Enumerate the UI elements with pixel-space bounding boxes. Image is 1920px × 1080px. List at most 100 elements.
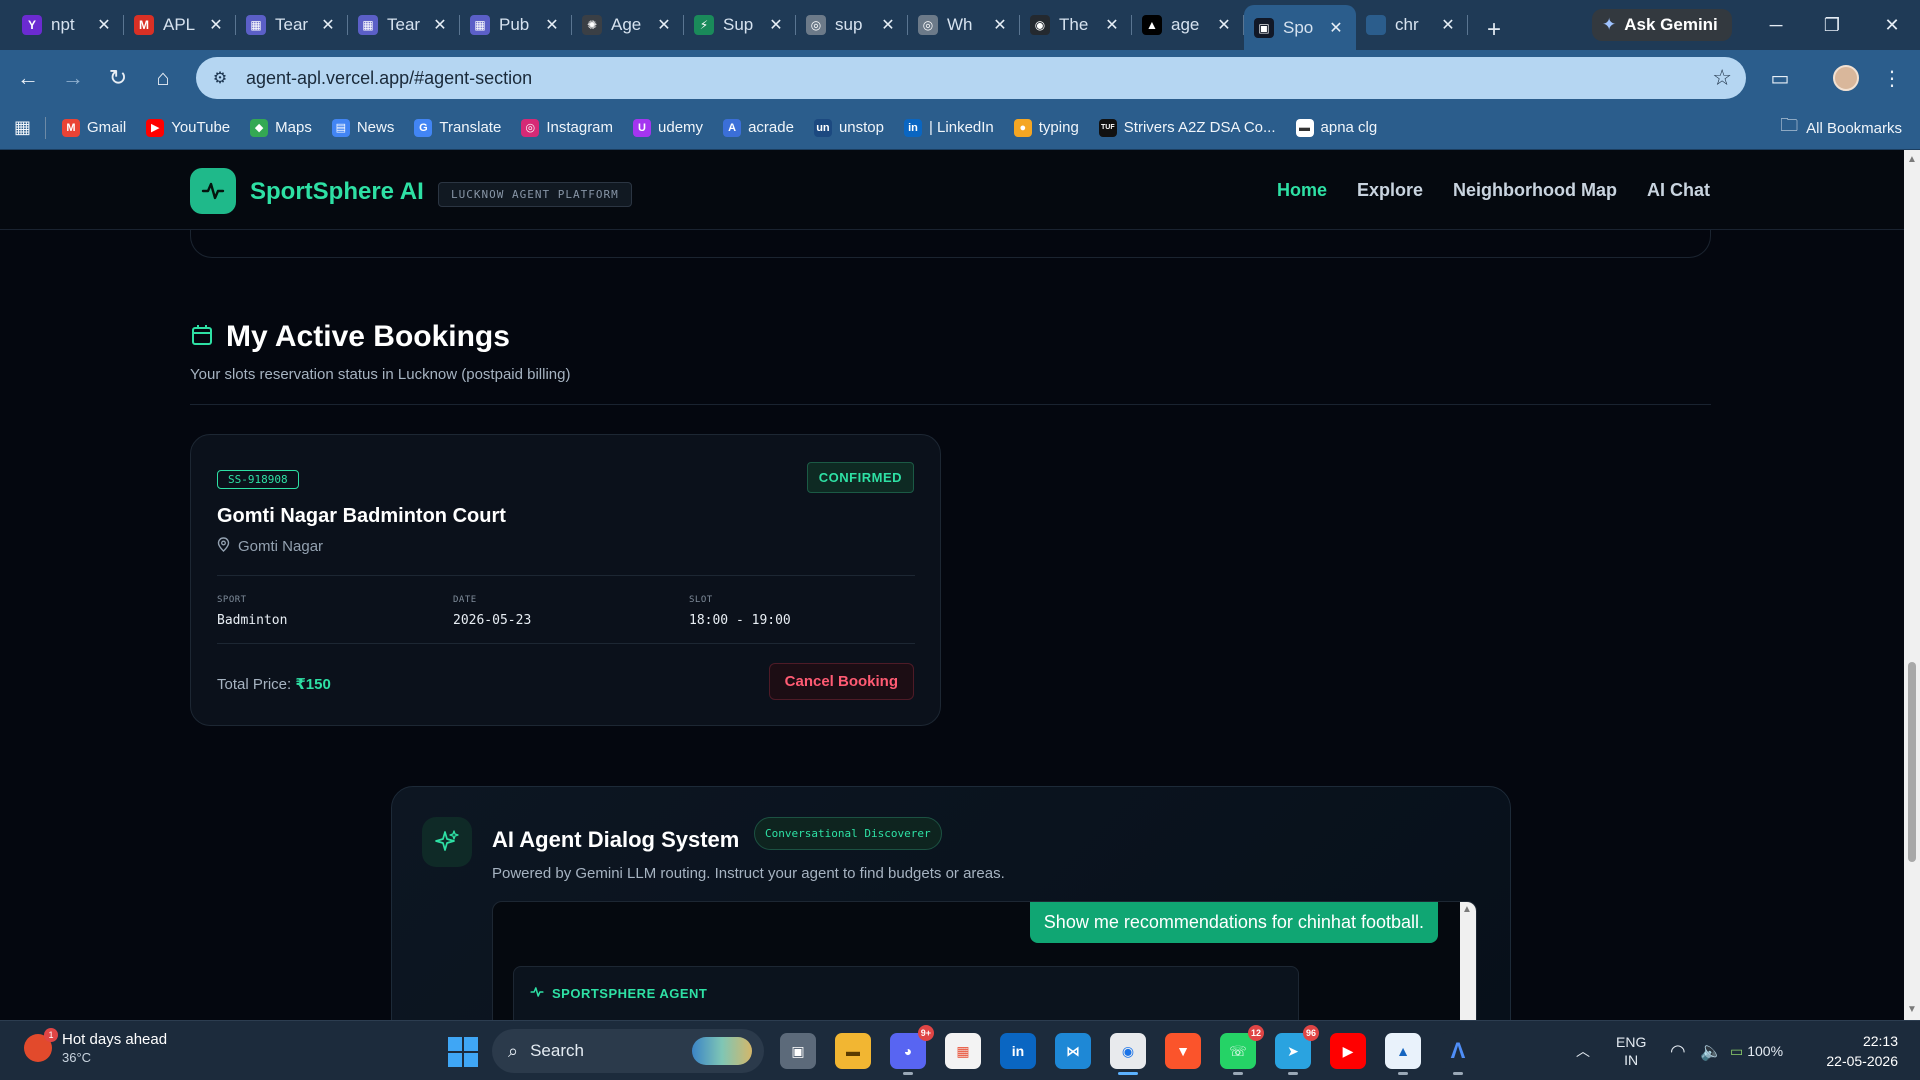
browser-tab[interactable]: ◎ sup ✕	[796, 5, 908, 45]
browser-tab[interactable]: ✺ Age ✕	[572, 5, 684, 45]
linkedin-icon[interactable]: in	[1000, 1033, 1036, 1069]
bookmark-item[interactable]: ◆ Maps	[250, 118, 312, 137]
close-tab-icon[interactable]: ✕	[206, 15, 226, 35]
minimize-icon[interactable]: ─	[1748, 0, 1804, 50]
chat-scrollbar[interactable]: ▲	[1460, 902, 1476, 1020]
close-window-icon[interactable]: ✕	[1864, 0, 1920, 50]
bookmark-item[interactable]: ● typing	[1013, 118, 1079, 137]
bookmark-item[interactable]: ◎ Instagram	[521, 118, 613, 137]
chat-transcript[interactable]: Show me recommendations for chinhat foot…	[492, 901, 1477, 1020]
bookmark-favicon-icon: TUF	[1098, 118, 1117, 137]
scroll-down-icon[interactable]: ▼	[1906, 1004, 1918, 1016]
whatsapp-icon[interactable]: ☏ 12	[1220, 1025, 1264, 1075]
bookmark-item[interactable]: ▬ apna clg	[1295, 118, 1377, 137]
tray-overflow-icon[interactable]: ︿	[1576, 1021, 1590, 1080]
browser-tab[interactable]: M APL ✕	[124, 5, 236, 45]
cancel-booking-button[interactable]: Cancel Booking	[768, 663, 914, 700]
address-bar[interactable]: ⚙ agent-apl.vercel.app/#agent-section ☆	[196, 57, 1746, 99]
ask-gemini-button[interactable]: ✦ Ask Gemini	[1592, 9, 1732, 41]
close-tab-icon[interactable]: ✕	[318, 15, 338, 35]
browser-tab[interactable]: chr ✕	[1356, 5, 1468, 45]
profile-avatar[interactable]	[1828, 60, 1864, 96]
bookmark-item[interactable]: TUF Strivers A2Z DSA Co...	[1098, 118, 1276, 137]
browser-tab[interactable]: ⚡ Sup ✕	[684, 5, 796, 45]
bookmark-item[interactable]: G Translate	[414, 118, 501, 137]
bookmark-favicon-icon: ▤	[331, 118, 350, 137]
brand-name[interactable]: SportSphere AI	[250, 178, 424, 206]
discord-icon[interactable]: ◕ 9+	[890, 1025, 934, 1075]
nav-neighborhood-map[interactable]: Neighborhood Map	[1453, 180, 1617, 201]
close-tab-icon[interactable]: ✕	[878, 15, 898, 35]
scrollbar-thumb[interactable]	[1908, 662, 1916, 862]
home-icon[interactable]: ⌂	[145, 60, 181, 96]
scroll-up-icon[interactable]: ▲	[1906, 154, 1918, 166]
bookmark-item[interactable]: Uudemy	[633, 118, 703, 137]
bookmark-item[interactable]: un unstop	[813, 118, 884, 137]
bookmark-star-icon[interactable]: ☆	[1712, 65, 1732, 91]
browser-tab[interactable]: ▦ Tear ✕	[236, 5, 348, 45]
brave-icon[interactable]: ▼	[1165, 1033, 1201, 1069]
page-scrollbar[interactable]: ▲ ▼	[1904, 150, 1920, 1020]
bookmark-item[interactable]: ▤ News	[331, 118, 394, 137]
browser-tab[interactable]: ▦ Pub ✕	[460, 5, 572, 45]
site-settings-icon[interactable]: ⚙	[206, 64, 234, 92]
forward-arrow-icon[interactable]: →	[55, 60, 91, 96]
all-bookmarks-button[interactable]: 🗀 All Bookmarks	[1780, 106, 1902, 150]
nav-ai-chat[interactable]: AI Chat	[1647, 180, 1710, 201]
more-menu-icon[interactable]: ⋮	[1874, 60, 1910, 96]
windows-start-icon[interactable]	[448, 1037, 478, 1067]
taskbar-search[interactable]: ⌕ Search	[492, 1029, 764, 1073]
youtube-icon[interactable]: ▶	[1330, 1033, 1366, 1069]
reload-icon[interactable]: ↻	[100, 60, 136, 96]
activity-pulse-icon[interactable]	[190, 168, 236, 214]
bookmark-item[interactable]: in | LinkedIn	[903, 118, 994, 137]
browser-tab[interactable]: ◎ Wh ✕	[908, 5, 1020, 45]
new-tab-icon[interactable]: +	[1474, 10, 1514, 50]
close-tab-icon[interactable]: ✕	[1102, 15, 1122, 35]
tab-list: Ynpt ✕ M APL ✕ ▦ Tear ✕ ▦ Tear ✕ ▦ Pub ✕ ✺ Age ✕ ⚡ Sup ✕ ◎ su…	[0, 0, 1514, 50]
close-tab-icon[interactable]: ✕	[1438, 15, 1458, 35]
browser-tab[interactable]: ▣ Spo ✕	[1244, 5, 1356, 50]
wifi-icon[interactable]: ◠	[1670, 1021, 1686, 1080]
chrome-icon[interactable]: ◉	[1110, 1033, 1146, 1075]
close-tab-icon[interactable]: ✕	[654, 15, 674, 35]
close-tab-icon[interactable]: ✕	[1214, 15, 1234, 35]
close-tab-icon[interactable]: ✕	[1326, 18, 1346, 38]
close-tab-icon[interactable]: ✕	[766, 15, 786, 35]
address-url[interactable]: agent-apl.vercel.app/#agent-section	[246, 68, 532, 89]
photo-app-icon[interactable]: ▲	[1385, 1033, 1421, 1075]
arc-app-icon[interactable]: Λ	[1440, 1033, 1476, 1075]
agent-message: SPORTSPHERE AGENT	[513, 966, 1299, 1020]
volume-icon[interactable]: 🔈	[1700, 1021, 1722, 1080]
ms-store-icon[interactable]: ▦	[945, 1033, 981, 1069]
browser-tab[interactable]: ◉ The ✕	[1020, 5, 1132, 45]
telegram-icon[interactable]: ➤ 96	[1275, 1025, 1319, 1075]
weather-widget[interactable]: Hot days ahead 36°C	[24, 1028, 167, 1065]
bookmark-list: M Gmail ▶ YouTube ◆ Maps ▤ News G Translate ◎ Insta…	[62, 118, 1397, 137]
bookmark-item[interactable]: ▶ YouTube	[146, 118, 230, 137]
browser-tab[interactable]: ▦ Tear ✕	[348, 5, 460, 45]
bookmark-favicon-icon: un	[813, 118, 832, 137]
browser-tab[interactable]: ▲ age ✕	[1132, 5, 1244, 45]
file-explorer-icon[interactable]: ▬	[835, 1033, 871, 1069]
back-arrow-icon[interactable]: ←	[10, 60, 46, 96]
vscode-icon[interactable]: ⋈	[1055, 1033, 1091, 1069]
bookmark-item[interactable]: Aacrade	[723, 118, 794, 137]
nav-home[interactable]: Home	[1277, 180, 1327, 201]
apps-grid-icon[interactable]: ▦	[14, 117, 31, 138]
task-view-icon[interactable]: ▣	[780, 1033, 816, 1069]
search-highlight-art	[692, 1037, 752, 1065]
close-tab-icon[interactable]: ✕	[542, 15, 562, 35]
input-language[interactable]: ENG IN	[1616, 1033, 1646, 1069]
battery-status[interactable]: ▭ 100%	[1730, 1021, 1783, 1080]
bookmark-label: acrade	[748, 119, 794, 136]
browser-tab[interactable]: Ynpt ✕	[12, 5, 124, 45]
nav-explore[interactable]: Explore	[1357, 180, 1423, 201]
system-clock[interactable]: 22:13 22-05-2026	[1826, 1031, 1898, 1071]
bookmark-item[interactable]: M Gmail	[62, 118, 126, 137]
close-tab-icon[interactable]: ✕	[990, 15, 1010, 35]
close-tab-icon[interactable]: ✕	[94, 15, 114, 35]
cast-icon[interactable]: ▭	[1762, 60, 1798, 96]
close-tab-icon[interactable]: ✕	[430, 15, 450, 35]
restore-icon[interactable]: ❐	[1804, 0, 1860, 50]
